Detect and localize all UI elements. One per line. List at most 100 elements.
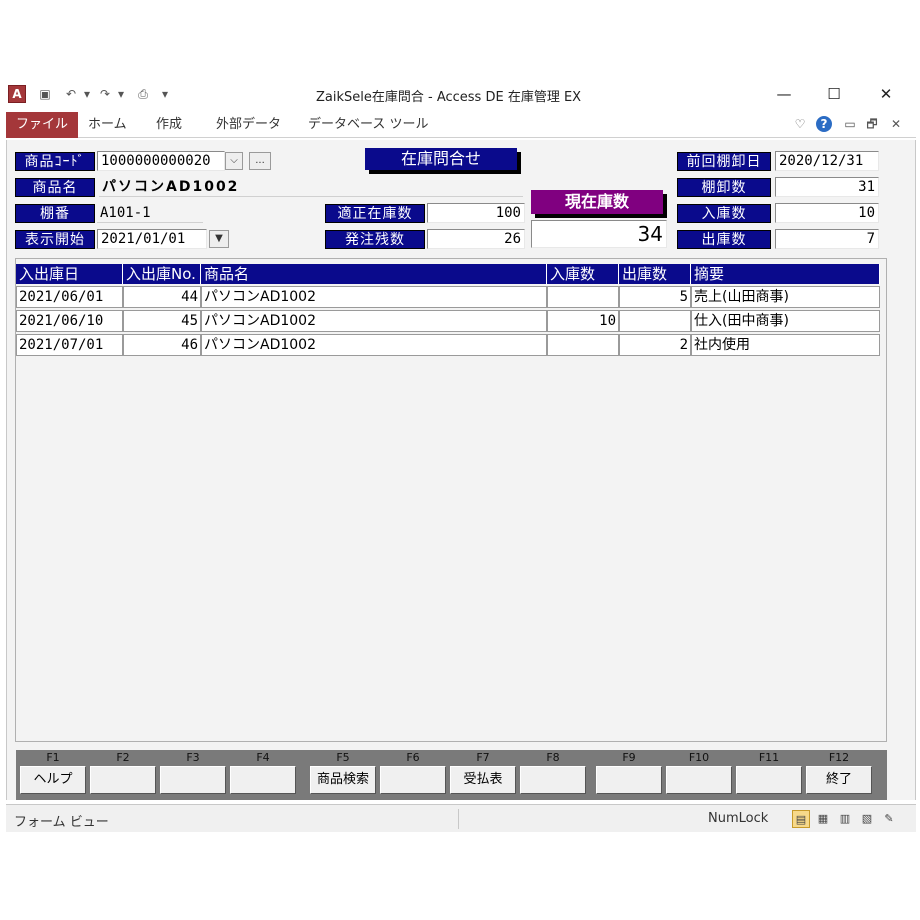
f6-button[interactable]	[380, 766, 446, 794]
view-mode-text: フォーム ビュー	[14, 815, 109, 830]
doc-restore-icon[interactable]: 🗗	[864, 116, 880, 132]
fkey-f7[interactable]: F7 受払表	[448, 750, 518, 800]
proper-stock-field: 100	[427, 203, 525, 223]
f4-button[interactable]	[230, 766, 296, 794]
date-dropdown-icon[interactable]: ▼	[209, 230, 229, 248]
cell-out[interactable]: 2	[619, 334, 691, 356]
fkey-f11[interactable]: F11	[734, 750, 804, 800]
cell-no[interactable]: 46	[123, 334, 201, 356]
display-start-field[interactable]: 2021/01/01	[97, 229, 207, 249]
fkey-label: F7	[476, 751, 490, 764]
fkey-f3[interactable]: F3	[158, 750, 228, 800]
f10-button[interactable]	[666, 766, 732, 794]
numlock-indicator: NumLock	[708, 811, 769, 826]
tab-home[interactable]: ホーム	[78, 112, 137, 138]
f2-button[interactable]	[90, 766, 156, 794]
datasheet-view-icon[interactable]: ▦	[814, 810, 832, 828]
f9-button[interactable]	[596, 766, 662, 794]
maximize-button[interactable]: ☐	[814, 82, 854, 106]
column-header-out: 出庫数	[619, 264, 691, 284]
fkey-f4[interactable]: F4	[228, 750, 298, 800]
fkey-label: F10	[688, 751, 710, 764]
tab-file[interactable]: ファイル	[6, 112, 79, 138]
shipped-field: 7	[775, 229, 879, 249]
fkey-f8[interactable]: F8	[518, 750, 588, 800]
print-preview-icon[interactable]: ⎙	[134, 85, 152, 103]
minimize-button[interactable]: —	[764, 82, 804, 106]
design-view-icon[interactable]: ▧	[858, 810, 876, 828]
column-header-memo: 摘要	[691, 264, 880, 284]
fkey-f9[interactable]: F9	[594, 750, 664, 800]
inventory-count-label: 棚卸数	[677, 178, 771, 197]
cell-memo[interactable]: 売上(山田商事)	[691, 286, 880, 308]
function-key-bar: F1 ヘルプ F2 F3 F4 F5 商品検索 F6 F7 受払表 F8 F9 F10…	[16, 750, 887, 800]
close-button[interactable]: ✕	[866, 82, 906, 106]
layout-view-icon[interactable]: ▥	[836, 810, 854, 828]
tab-create[interactable]: 作成	[146, 112, 192, 138]
cell-product[interactable]: パソコンAD1002	[201, 310, 547, 332]
inventory-count-field: 31	[775, 177, 879, 197]
cell-in[interactable]	[547, 286, 619, 308]
undo-dropdown-icon[interactable]: ▾	[78, 85, 96, 103]
help-icon[interactable]: ?	[816, 116, 832, 132]
cell-no[interactable]: 45	[123, 310, 201, 332]
cell-out[interactable]: 5	[619, 286, 691, 308]
save-icon[interactable]: ▣	[36, 85, 54, 103]
product-name-field: パソコンAD1002	[99, 177, 523, 197]
stock-inquiry-form: 商品ｺｰﾄﾞ 1000000000020 ⌵ ... 在庫問合せ 前回棚卸日 2…	[6, 140, 916, 800]
fkey-f6[interactable]: F6	[378, 750, 448, 800]
proper-stock-label: 適正在庫数	[325, 204, 425, 223]
received-label: 入庫数	[677, 204, 771, 223]
cell-date[interactable]: 2021/07/01	[16, 334, 123, 356]
fkey-label: F8	[546, 751, 560, 764]
cell-date[interactable]: 2021/06/01	[16, 286, 123, 308]
column-header-in: 入庫数	[547, 264, 619, 284]
browse-button[interactable]: ...	[249, 152, 271, 170]
tab-database-tools[interactable]: データベース ツール	[298, 112, 438, 138]
cell-memo[interactable]: 仕入(田中商事)	[691, 310, 880, 332]
f3-button[interactable]	[160, 766, 226, 794]
help-button[interactable]: ヘルプ	[20, 766, 86, 794]
column-header-date: 入出庫日	[16, 264, 123, 284]
fkey-label: F9	[622, 751, 636, 764]
access-window: A ▣ ↶ ▾ ↷ ▾ ⎙ ▾ ZaikSele在庫問合 - Access DE…	[6, 80, 916, 832]
cell-in[interactable]: 10	[547, 310, 619, 332]
last-inventory-date-field: 2020/12/31	[775, 151, 879, 171]
customize-toolbar-icon[interactable]: ▾	[156, 85, 174, 103]
fkey-f12[interactable]: F12 終了	[804, 750, 874, 800]
doc-minimize-icon[interactable]: ▭	[842, 116, 858, 132]
product-search-button[interactable]: 商品検索	[310, 766, 376, 794]
product-code-field[interactable]: 1000000000020	[97, 151, 225, 171]
product-name-label: 商品名	[15, 178, 95, 197]
ledger-button[interactable]: 受払表	[450, 766, 516, 794]
f11-button[interactable]	[736, 766, 802, 794]
fkey-f5[interactable]: F5 商品検索	[308, 750, 378, 800]
doc-close-icon[interactable]: ✕	[888, 116, 904, 132]
column-header-no: 入出庫No.	[123, 264, 201, 284]
cell-out[interactable]	[619, 310, 691, 332]
fkey-f10[interactable]: F10	[664, 750, 734, 800]
shelf-label: 棚番	[15, 204, 95, 223]
f8-button[interactable]	[520, 766, 586, 794]
exit-button[interactable]: 終了	[806, 766, 872, 794]
current-stock-label: 現在庫数	[531, 190, 663, 214]
ribbon-tabs: ファイル ホーム 作成 外部データ データベース ツール ♡ ? ▭ 🗗 ✕	[6, 108, 916, 138]
status-divider	[458, 809, 459, 829]
cell-product[interactable]: パソコンAD1002	[201, 286, 547, 308]
redo-dropdown-icon[interactable]: ▾	[112, 85, 130, 103]
cell-memo[interactable]: 社内使用	[691, 334, 880, 356]
cell-date[interactable]: 2021/06/10	[16, 310, 123, 332]
ribbon-collapse-icon[interactable]: ♡	[792, 116, 808, 132]
tab-external-data[interactable]: 外部データ	[206, 112, 291, 138]
cell-no[interactable]: 44	[123, 286, 201, 308]
fkey-f2[interactable]: F2	[88, 750, 158, 800]
shelf-field: A101-1	[97, 203, 203, 223]
form-view-icon[interactable]: ▤	[792, 810, 810, 828]
design-tools-icon[interactable]: ✎	[880, 810, 898, 828]
fkey-label: F4	[256, 751, 270, 764]
cell-product[interactable]: パソコンAD1002	[201, 334, 547, 356]
cell-in[interactable]	[547, 334, 619, 356]
fkey-f1[interactable]: F1 ヘルプ	[18, 750, 88, 800]
title-bar: A ▣ ↶ ▾ ↷ ▾ ⎙ ▾ ZaikSele在庫問合 - Access DE…	[6, 80, 916, 108]
chevron-down-icon[interactable]: ⌵	[225, 152, 243, 170]
